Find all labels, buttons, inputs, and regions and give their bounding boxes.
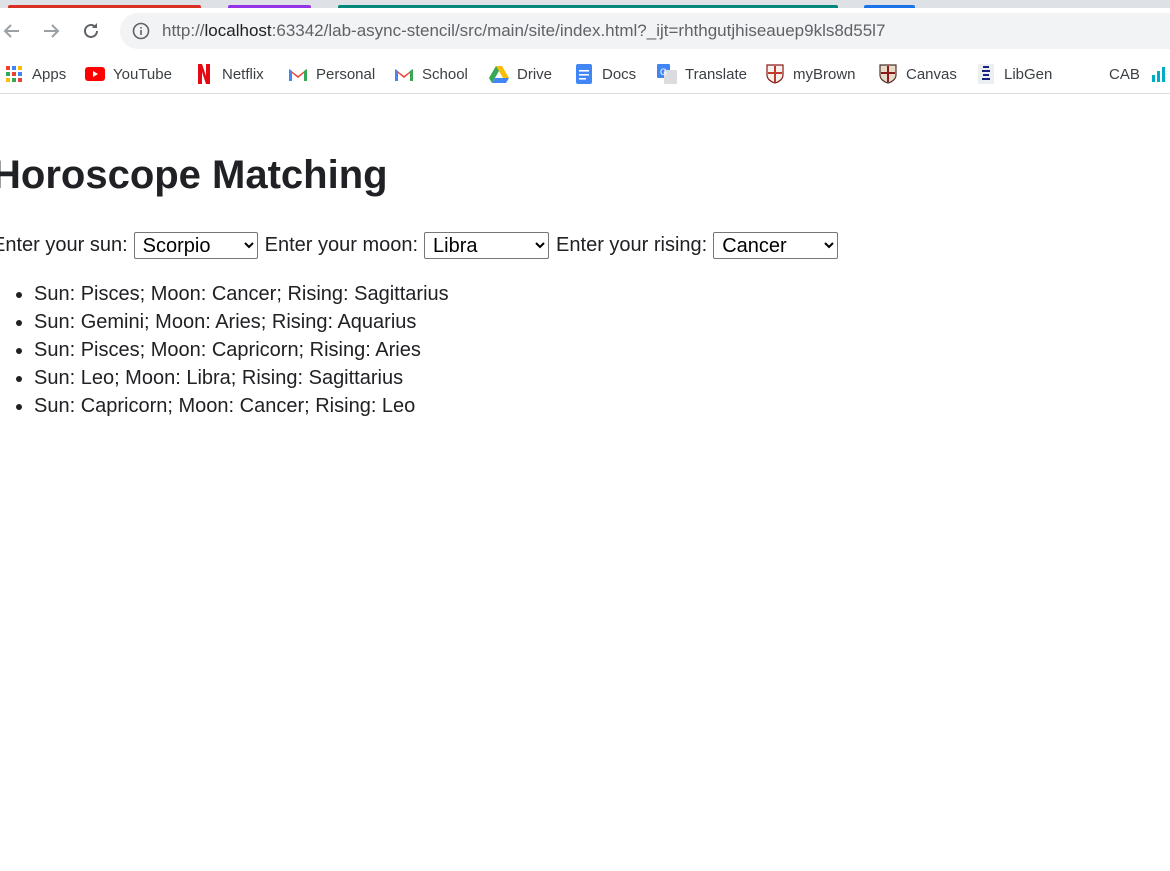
rising-select[interactable]: Cancer bbox=[713, 232, 839, 259]
bookmark-netflix[interactable]: Netflix bbox=[194, 60, 264, 88]
list-item: Sun: Leo; Moon: Libra; Rising: Sagittari… bbox=[34, 365, 449, 393]
bookmark-personal[interactable]: Personal bbox=[288, 60, 375, 88]
page-title: Horoscope Matching bbox=[0, 153, 388, 197]
bookmark-drive[interactable]: Drive bbox=[489, 60, 552, 88]
url-host: localhost bbox=[204, 21, 272, 40]
back-button[interactable] bbox=[0, 16, 27, 46]
bookmark-docs[interactable]: Docs bbox=[574, 60, 636, 88]
bookmark-label: Translate bbox=[685, 65, 747, 83]
bookmark-youtube[interactable]: YouTube bbox=[85, 60, 172, 88]
url-path: :63342/lab-async-stencil/src/main/site/i… bbox=[271, 21, 886, 40]
gmail-icon bbox=[288, 64, 308, 84]
rising-label: Enter your rising: bbox=[556, 234, 708, 256]
url-prefix: http:// bbox=[162, 21, 205, 40]
cab-icon bbox=[1081, 64, 1101, 84]
bookmark-label: Netflix bbox=[222, 65, 264, 83]
list-item: Sun: Pisces; Moon: Cancer; Rising: Sagit… bbox=[34, 281, 449, 309]
reload-button[interactable] bbox=[76, 16, 106, 46]
reload-icon bbox=[84, 23, 98, 38]
bookmark-cab[interactable]: CAB bbox=[1081, 60, 1140, 88]
svg-text:G: G bbox=[660, 67, 667, 77]
bookmark-label: Drive bbox=[517, 65, 553, 83]
bookmark-label: School bbox=[422, 65, 468, 83]
bookmark-translate[interactable]: G Translate bbox=[657, 60, 747, 88]
forward-button[interactable] bbox=[36, 16, 66, 46]
back-arrow-icon bbox=[3, 24, 19, 38]
translate-icon: G bbox=[657, 64, 677, 84]
apps-grid-icon bbox=[4, 64, 24, 84]
youtube-icon bbox=[85, 64, 105, 84]
bookmark-label: Personal bbox=[316, 65, 376, 83]
tab-strip bbox=[0, 0, 1170, 8]
bookmark-school[interactable]: School bbox=[394, 60, 468, 88]
bookmark-label: Docs bbox=[602, 65, 637, 83]
bookmark-libgen[interactable]: LibGen bbox=[976, 60, 1052, 88]
bookmark-label: myBrown bbox=[793, 65, 856, 83]
bookmark-label: CAB bbox=[1109, 65, 1140, 83]
list-item: Sun: Gemini; Moon: Aries; Rising: Aquari… bbox=[34, 309, 449, 337]
bookmark-label: Apps bbox=[32, 65, 67, 83]
bookmark-label: Canvas bbox=[906, 65, 957, 83]
bookmark-chart[interactable] bbox=[1150, 60, 1170, 88]
sun-label: Enter your sun: bbox=[0, 234, 128, 256]
moon-select[interactable]: Libra bbox=[424, 232, 550, 259]
bookmarks-bar: Apps YouTube Netflix Personal School Dri… bbox=[0, 54, 1170, 94]
bookmark-label: LibGen bbox=[1004, 65, 1053, 83]
list-item: Sun: Pisces; Moon: Capricorn; Rising: Ar… bbox=[34, 337, 449, 365]
list-item: Sun: Capricorn; Moon: Cancer; Rising: Le… bbox=[34, 393, 449, 421]
browser-toolbar: http://localhost:63342/lab-async-stencil… bbox=[0, 8, 1170, 54]
bookmark-label: YouTube bbox=[113, 65, 172, 83]
page-content: Horoscope Matching Enter your sun: Scorp… bbox=[0, 95, 1170, 871]
netflix-icon bbox=[194, 64, 214, 84]
horoscope-form: Enter your sun: Scorpio Enter your moon:… bbox=[0, 232, 845, 259]
bookmark-apps[interactable]: Apps bbox=[4, 60, 66, 88]
url-text[interactable]: http://localhost:63342/lab-async-stencil… bbox=[162, 21, 885, 41]
bar-chart-icon bbox=[1150, 64, 1170, 84]
forward-arrow-icon bbox=[44, 24, 60, 38]
brown-shield-icon bbox=[765, 64, 785, 84]
address-bar[interactable]: http://localhost:63342/lab-async-stencil… bbox=[120, 13, 1170, 49]
bookmark-mybrown[interactable]: myBrown bbox=[765, 60, 856, 88]
gmail-icon bbox=[394, 64, 414, 84]
site-info-icon[interactable] bbox=[132, 22, 150, 40]
drive-icon bbox=[489, 64, 509, 84]
sun-select[interactable]: Scorpio bbox=[133, 232, 258, 259]
bookmark-canvas[interactable]: Canvas bbox=[878, 60, 957, 88]
moon-label: Enter your moon: bbox=[264, 234, 419, 256]
libgen-icon bbox=[976, 64, 996, 84]
matches-list: Sun: Pisces; Moon: Cancer; Rising: Sagit… bbox=[0, 281, 449, 421]
docs-icon bbox=[574, 64, 594, 84]
brown-crest-icon bbox=[878, 64, 898, 84]
